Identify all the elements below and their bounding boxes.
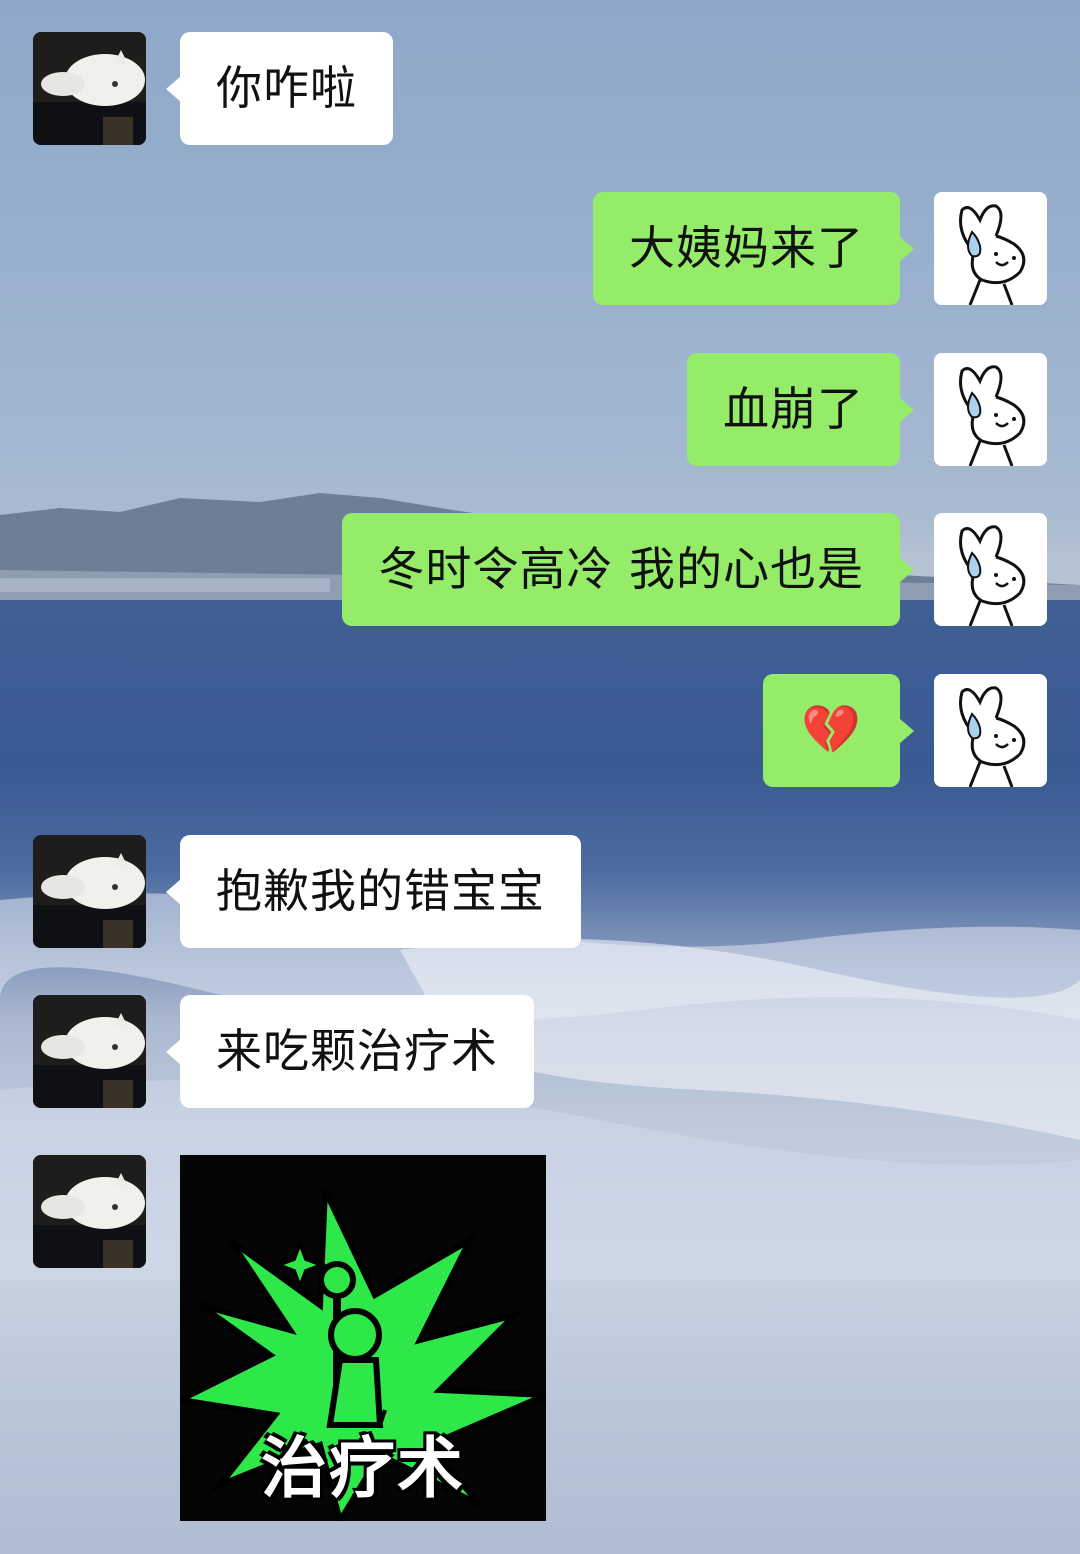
message-bubble[interactable]: 冬时令高冷 我的心也是 [342, 513, 914, 626]
healing-spell-sticker[interactable]: 治疗术 [180, 1155, 546, 1521]
message-row-sent: 血崩了 [687, 353, 1047, 466]
message-bubble[interactable]: 大姨妈来了 [593, 192, 914, 305]
message-row-sent: 💔 [763, 674, 1047, 787]
message-row-sent: 冬时令高冷 我的心也是 [342, 513, 1047, 626]
message-row-received: 你咋啦 [33, 32, 393, 145]
message-row-received: 治疗术 [33, 1155, 546, 1521]
message-row-sent: 大姨妈来了 [593, 192, 1047, 305]
sticker-caption: 治疗术 [261, 1430, 465, 1507]
broken-heart-icon: 💔 [801, 702, 862, 758]
bunny-avatar[interactable] [934, 353, 1047, 466]
message-bubble[interactable]: 抱歉我的错宝宝 [166, 835, 581, 948]
cat-avatar[interactable] [33, 32, 146, 145]
message-bubble[interactable]: 血崩了 [687, 353, 914, 466]
message-row-received: 抱歉我的错宝宝 [33, 835, 581, 948]
cat-avatar[interactable] [33, 1155, 146, 1268]
message-bubble[interactable]: 来吃颗治疗术 [166, 995, 534, 1108]
cat-avatar[interactable] [33, 995, 146, 1108]
message-bubble[interactable]: 你咋啦 [166, 32, 393, 145]
message-bubble[interactable]: 💔 [763, 674, 914, 787]
bunny-avatar[interactable] [934, 674, 1047, 787]
cat-avatar[interactable] [33, 835, 146, 948]
bunny-avatar[interactable] [934, 513, 1047, 626]
message-row-received: 来吃颗治疗术 [33, 995, 534, 1108]
bunny-avatar[interactable] [934, 192, 1047, 305]
